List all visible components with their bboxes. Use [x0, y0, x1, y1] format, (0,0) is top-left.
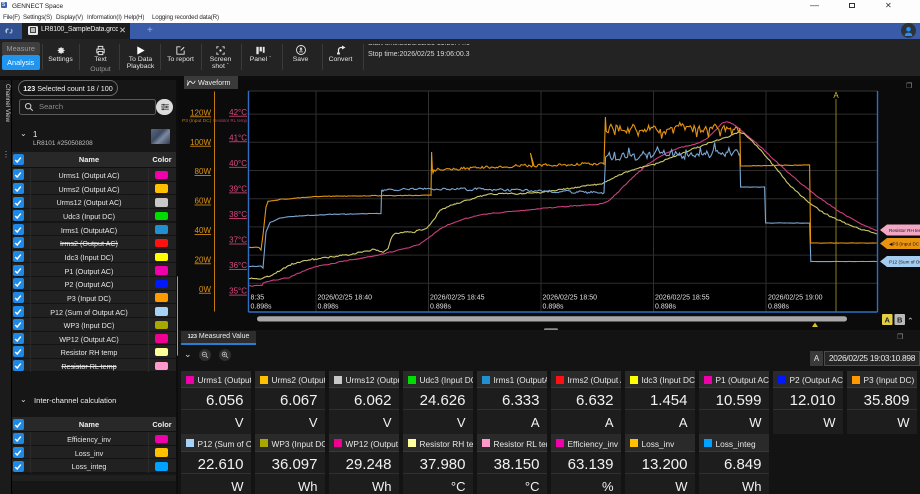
svg-text:2026/02/25 18:45: 2026/02/25 18:45	[430, 295, 485, 302]
svg-text:P12 (Sum of Outp: P12 (Sum of Outp	[889, 260, 920, 265]
svg-text:40°C: 40°C	[229, 159, 247, 168]
svg-text:40W: 40W	[195, 226, 212, 235]
svg-text:◀P3 (Input DC: ◀P3 (Input DC	[889, 242, 920, 247]
svg-text:A: A	[884, 316, 890, 325]
svg-text:8:35: 8:35	[251, 295, 265, 302]
svg-text:0.898s: 0.898s	[430, 304, 452, 311]
svg-text:0.898s: 0.898s	[251, 304, 273, 311]
svg-text:Resistor RH temp: Resistor RH temp	[889, 228, 920, 233]
svg-text:0W: 0W	[199, 285, 211, 294]
svg-text:Resistor RL temp: Resistor RL temp	[213, 118, 247, 123]
svg-text:20W: 20W	[195, 255, 212, 264]
svg-text:2026/02/25 18:55: 2026/02/25 18:55	[655, 295, 710, 302]
svg-text:35°C: 35°C	[229, 287, 247, 296]
svg-text:0.898s: 0.898s	[768, 304, 790, 311]
svg-text:B: B	[897, 316, 903, 325]
svg-text:120W: 120W	[190, 108, 211, 117]
svg-text:2026/02/25 19:00: 2026/02/25 19:00	[768, 295, 823, 302]
svg-text:100W: 100W	[190, 138, 211, 147]
svg-text:2026/02/25 18:40: 2026/02/25 18:40	[318, 295, 373, 302]
svg-text:36°C: 36°C	[229, 261, 247, 270]
svg-text:P3 (Input DC): P3 (Input DC)	[182, 118, 212, 124]
svg-text:2026/02/25 18:50: 2026/02/25 18:50	[543, 295, 598, 302]
svg-text:39°C: 39°C	[229, 185, 247, 194]
svg-text:38°C: 38°C	[229, 210, 247, 219]
svg-text:⌃: ⌃	[907, 317, 914, 326]
svg-text:37°C: 37°C	[229, 236, 247, 245]
svg-text:A: A	[833, 91, 839, 100]
svg-text:0.898s: 0.898s	[543, 304, 565, 311]
svg-text:80W: 80W	[195, 167, 212, 176]
svg-text:42°C: 42°C	[229, 108, 247, 117]
svg-text:60W: 60W	[195, 197, 212, 206]
svg-text:0.898s: 0.898s	[318, 304, 340, 311]
svg-text:0.898s: 0.898s	[655, 304, 677, 311]
svg-text:41°C: 41°C	[229, 133, 247, 142]
